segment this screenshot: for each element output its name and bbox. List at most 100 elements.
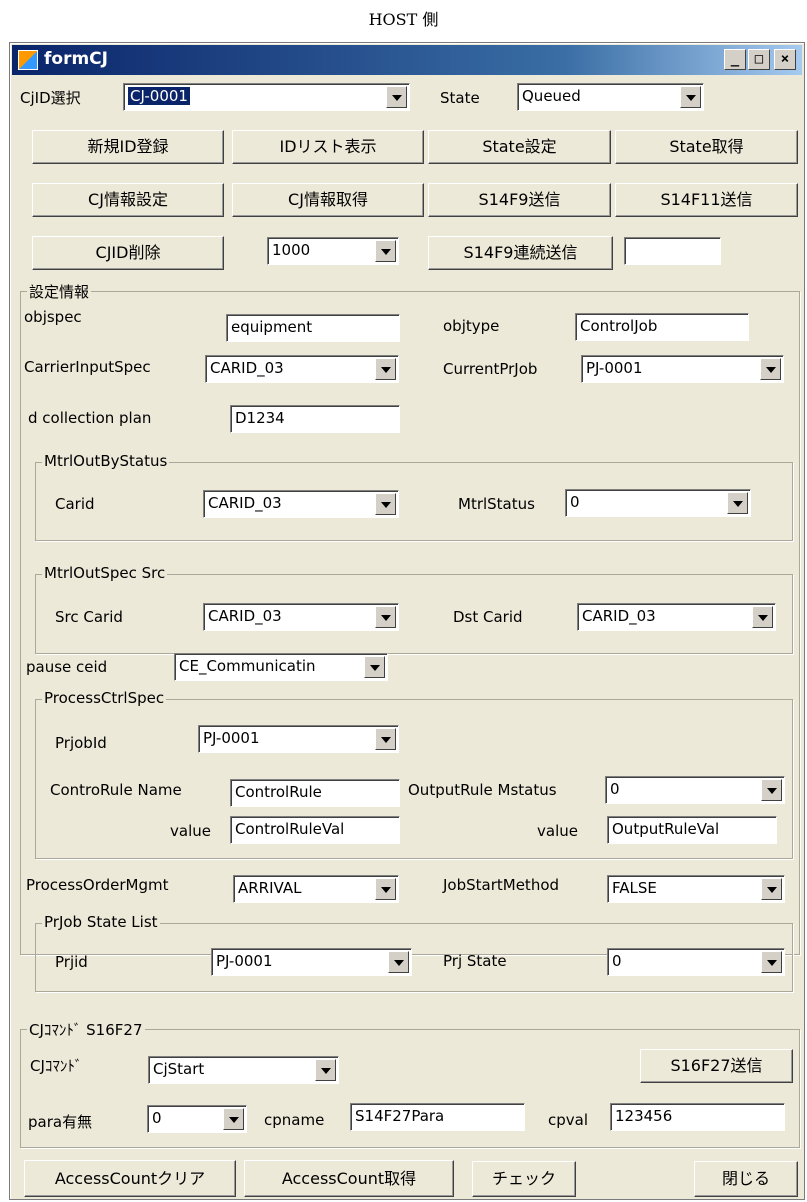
prjid-select[interactable]: PJ-0001 bbox=[211, 948, 412, 976]
s16f27-send-button[interactable]: S16F27送信 bbox=[640, 1049, 793, 1083]
mtrl-out-by-status-legend: MtrlOutByStatus bbox=[42, 452, 170, 470]
cpval-input[interactable]: 123456 bbox=[610, 1103, 785, 1131]
chevron-down-icon[interactable] bbox=[375, 606, 396, 628]
mtrl-status-label: MtrlStatus bbox=[458, 495, 535, 513]
carid-value: CARID_03 bbox=[208, 494, 282, 512]
control-rule-value-input[interactable]: ControlRuleVal bbox=[230, 816, 400, 844]
chevron-down-icon[interactable] bbox=[315, 1059, 336, 1081]
prjob-state-list-legend: PrJob State List bbox=[42, 913, 160, 931]
chevron-down-icon[interactable] bbox=[375, 728, 396, 750]
s14f9-continuous-send-button[interactable]: S14F9連続送信 bbox=[428, 236, 613, 270]
state-get-button[interactable]: State取得 bbox=[615, 130, 798, 164]
prj-state-select[interactable]: 0 bbox=[607, 948, 785, 976]
chevron-down-icon[interactable] bbox=[680, 86, 701, 108]
control-rule-value-label: value bbox=[170, 822, 211, 840]
output-rule-mstatus-value: 0 bbox=[610, 780, 620, 798]
chevron-down-icon[interactable] bbox=[375, 240, 396, 262]
access-count-clear-button[interactable]: AccessCountクリア bbox=[24, 1160, 236, 1197]
app-icon bbox=[18, 50, 38, 70]
current-prjob-select[interactable]: PJ-0001 bbox=[581, 355, 784, 383]
chevron-down-icon[interactable] bbox=[375, 358, 396, 380]
state-set-button[interactable]: State設定 bbox=[428, 130, 611, 164]
s14f9-send-button[interactable]: S14F9送信 bbox=[428, 183, 611, 217]
form-cj-window: formCJ _ □ × CjID選択 CJ-0001 State Queued… bbox=[9, 42, 805, 1200]
dcollection-plan-input[interactable]: D1234 bbox=[230, 405, 400, 433]
prjobid-label: PrjobId bbox=[55, 734, 107, 752]
pause-ceid-select[interactable]: CE_Communicatin bbox=[174, 653, 388, 681]
output-rule-value-input[interactable]: OutputRuleVal bbox=[607, 816, 777, 844]
cj-command-label: CJｺﾏﾝﾄﾞ bbox=[30, 1057, 83, 1075]
cpval-label: cpval bbox=[548, 1111, 589, 1129]
continuous-count-input[interactable] bbox=[624, 237, 721, 265]
cj-info-get-button[interactable]: CJ情報取得 bbox=[232, 183, 424, 217]
prj-state-label: Prj State bbox=[443, 952, 507, 970]
s14f11-send-button[interactable]: S14F11送信 bbox=[615, 183, 798, 217]
prjid-value: PJ-0001 bbox=[216, 952, 273, 970]
dst-carid-value: CARID_03 bbox=[582, 607, 656, 625]
job-start-method-value: FALSE bbox=[612, 879, 657, 897]
carid-select[interactable]: CARID_03 bbox=[203, 490, 399, 518]
chevron-down-icon[interactable] bbox=[761, 779, 782, 801]
output-rule-value-label: value bbox=[537, 822, 578, 840]
cjid-select[interactable]: CJ-0001 bbox=[123, 83, 410, 111]
new-id-register-button[interactable]: 新規ID登録 bbox=[32, 130, 224, 164]
dst-carid-select[interactable]: CARID_03 bbox=[577, 603, 776, 631]
chevron-down-icon[interactable] bbox=[223, 1108, 244, 1130]
cj-command-value: CjStart bbox=[153, 1060, 205, 1078]
src-carid-select[interactable]: CARID_03 bbox=[203, 603, 399, 631]
id-list-button[interactable]: IDリスト表示 bbox=[232, 130, 424, 164]
interval-select[interactable]: 1000 bbox=[267, 237, 399, 265]
process-ctrl-spec-legend: ProcessCtrlSpec bbox=[42, 689, 167, 707]
settings-group-legend: 設定情報 bbox=[27, 281, 92, 302]
pause-ceid-label: pause ceid bbox=[26, 658, 108, 676]
chevron-down-icon[interactable] bbox=[386, 86, 407, 108]
prjobid-select[interactable]: PJ-0001 bbox=[198, 725, 399, 753]
job-start-method-select[interactable]: FALSE bbox=[607, 875, 785, 903]
output-rule-mstatus-select[interactable]: 0 bbox=[605, 776, 785, 804]
minimize-button[interactable]: _ bbox=[724, 49, 746, 70]
cpname-input[interactable]: S14F27Para bbox=[350, 1103, 525, 1131]
state-select-value: Queued bbox=[522, 87, 581, 105]
chevron-down-icon[interactable] bbox=[388, 951, 409, 973]
prj-state-value: 0 bbox=[612, 952, 622, 970]
control-rule-name-input[interactable]: ControlRule bbox=[230, 779, 400, 807]
cj-command-select[interactable]: CjStart bbox=[148, 1056, 339, 1084]
dcollection-plan-label: d collection plan bbox=[28, 409, 152, 427]
window-title: formCJ bbox=[44, 49, 108, 69]
chevron-down-icon[interactable] bbox=[375, 878, 396, 900]
chevron-down-icon[interactable] bbox=[727, 492, 748, 514]
close-button[interactable]: 閉じる bbox=[694, 1161, 798, 1197]
objspec-input[interactable]: equipment bbox=[226, 314, 400, 342]
carrier-input-spec-select[interactable]: CARID_03 bbox=[205, 355, 399, 383]
process-order-mgmt-value: ARRIVAL bbox=[238, 879, 302, 897]
src-carid-label: Src Carid bbox=[55, 608, 123, 626]
chevron-down-icon[interactable] bbox=[375, 493, 396, 515]
page-caption: HOST 側 bbox=[368, 10, 439, 29]
cjid-delete-button[interactable]: CJID削除 bbox=[32, 236, 224, 270]
carrier-input-spec-value: CARID_03 bbox=[210, 359, 284, 377]
objspec-label: objspec bbox=[24, 308, 82, 326]
state-select[interactable]: Queued bbox=[517, 83, 704, 111]
close-window-button[interactable]: × bbox=[774, 49, 796, 70]
access-count-get-button[interactable]: AccessCount取得 bbox=[244, 1160, 454, 1197]
check-button[interactable]: チェック bbox=[472, 1161, 576, 1197]
objtype-input[interactable]: ControlJob bbox=[575, 313, 749, 341]
cj-info-set-button[interactable]: CJ情報設定 bbox=[32, 183, 224, 217]
cjid-select-value: CJ-0001 bbox=[128, 87, 190, 105]
chevron-down-icon[interactable] bbox=[752, 606, 773, 628]
title-bar[interactable]: formCJ _ □ × bbox=[12, 45, 802, 75]
process-order-mgmt-select[interactable]: ARRIVAL bbox=[233, 875, 399, 903]
job-start-method-label: JobStartMethod bbox=[443, 876, 560, 894]
chevron-down-icon[interactable] bbox=[364, 656, 385, 678]
interval-select-value: 1000 bbox=[272, 241, 311, 259]
chevron-down-icon[interactable] bbox=[761, 878, 782, 900]
mtrl-status-select[interactable]: 0 bbox=[565, 489, 751, 517]
carrier-input-spec-label: CarrierInputSpec bbox=[24, 358, 151, 376]
chevron-down-icon[interactable] bbox=[760, 358, 781, 380]
maximize-button[interactable]: □ bbox=[748, 49, 770, 70]
prjid-label: Prjid bbox=[55, 953, 88, 971]
objtype-label: objtype bbox=[443, 317, 500, 335]
chevron-down-icon[interactable] bbox=[761, 951, 782, 973]
para-select[interactable]: 0 bbox=[147, 1105, 247, 1133]
output-rule-mstatus-label: OutputRule Mstatus bbox=[408, 781, 557, 799]
